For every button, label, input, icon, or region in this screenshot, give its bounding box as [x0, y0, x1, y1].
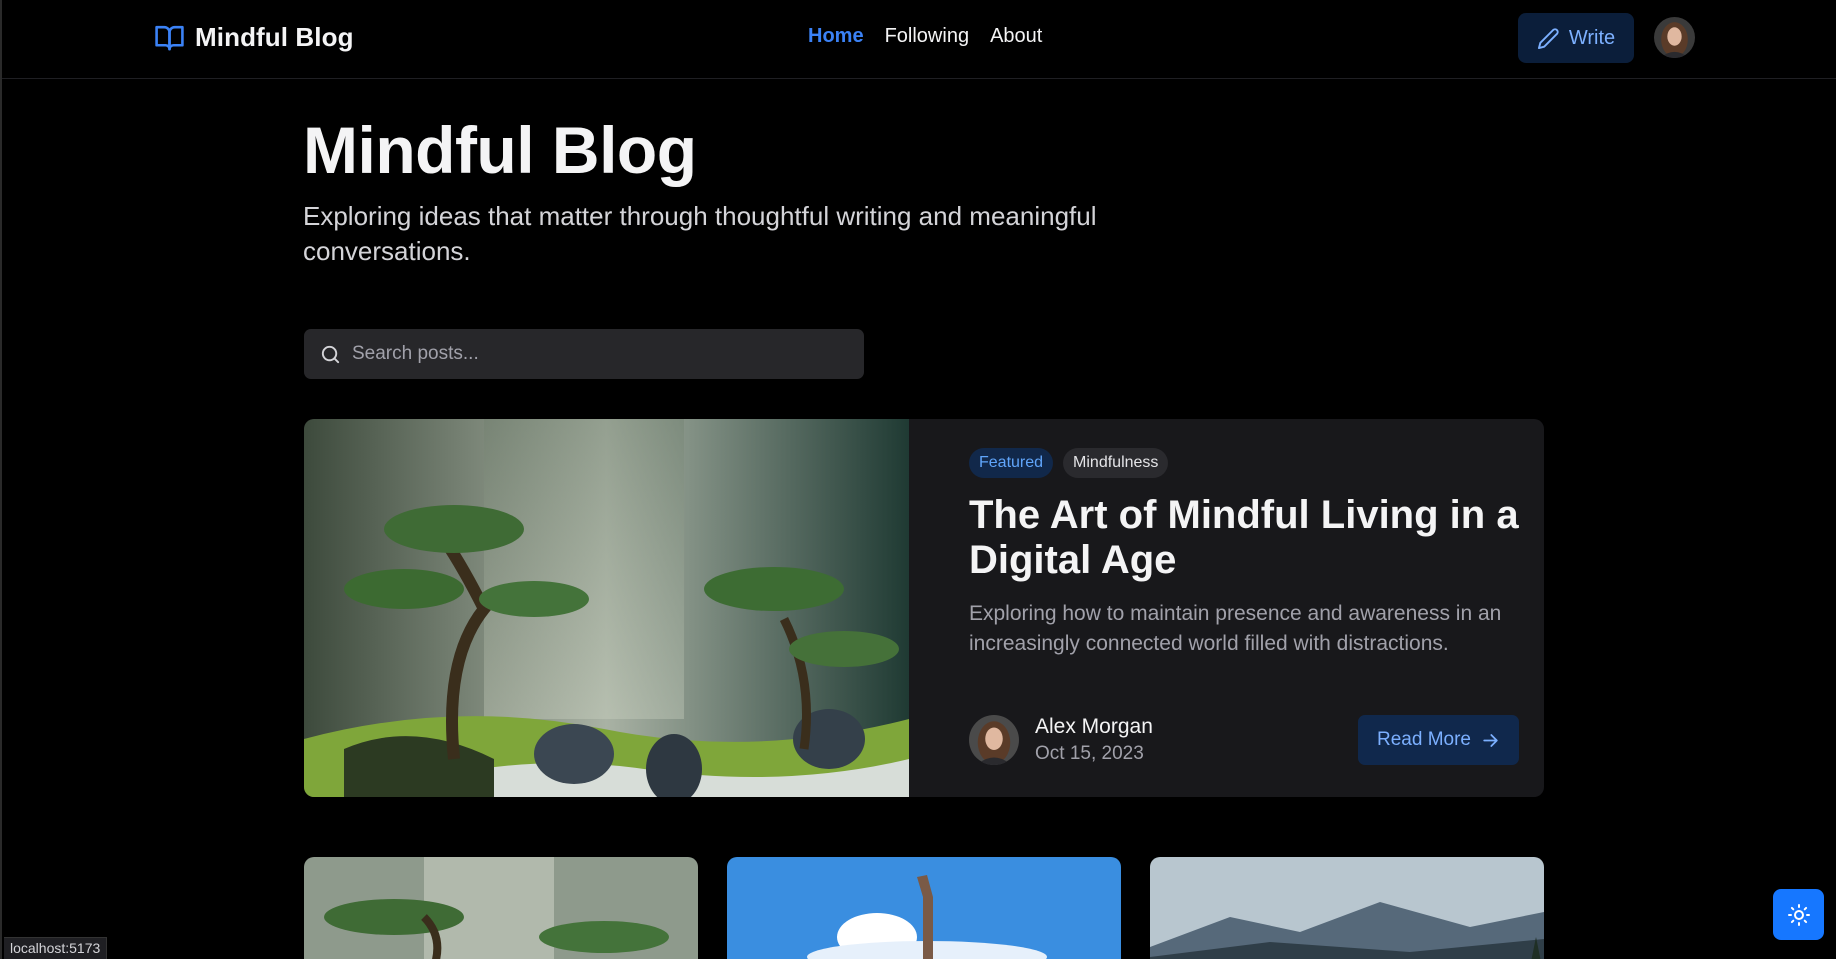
user-avatar-image	[1654, 17, 1695, 58]
nav-link-home[interactable]: Home	[808, 25, 864, 48]
page-title: Mindful Blog	[303, 113, 697, 187]
write-button-label: Write	[1568, 26, 1616, 49]
page-subtitle: Exploring ideas that matter through thou…	[303, 201, 1097, 266]
user-avatar[interactable]	[1654, 17, 1695, 58]
status-bar-url: localhost:5173	[4, 937, 108, 959]
author-name[interactable]: Alex Morgan	[1035, 715, 1153, 739]
search-icon	[321, 345, 340, 363]
nav-link-about[interactable]: About	[990, 25, 1042, 48]
tag-featured[interactable]: Featured	[969, 448, 1054, 478]
nav-link-following[interactable]: Following	[885, 25, 969, 48]
page: Mindful Blog Home Following About Write …	[0, 0, 1836, 959]
tag-list: Featured Mindfulness	[969, 448, 1169, 478]
post-card-image[interactable]	[304, 857, 698, 959]
brand-name: Mindful Blog	[195, 22, 354, 52]
book-open-icon	[155, 25, 184, 51]
main-nav: Home Following About	[808, 25, 1042, 48]
post-date: Oct 15, 2023	[1035, 743, 1144, 764]
author-avatar	[969, 715, 1019, 765]
featured-post-title[interactable]: The Art of Mindful Living in a Digital A…	[969, 493, 1529, 583]
search-input[interactable]	[352, 343, 832, 365]
pencil-icon	[1537, 27, 1559, 49]
featured-post-card[interactable]: Featured Mindfulness The Art of Mindful …	[304, 419, 1544, 797]
write-button[interactable]: Write	[1518, 13, 1634, 63]
featured-post-image[interactable]	[304, 419, 909, 797]
read-more-button[interactable]: Read More	[1358, 715, 1519, 765]
read-more-label: Read More	[1377, 729, 1471, 750]
featured-post-body: Featured Mindfulness The Art of Mindful …	[909, 419, 1544, 797]
arrow-right-icon	[1483, 733, 1498, 747]
featured-post-excerpt: Exploring how to maintain presence and a…	[969, 602, 1502, 655]
search-bar	[304, 329, 864, 379]
top-navbar: Mindful Blog Home Following About Write	[2, 0, 1836, 79]
brand-link[interactable]: Mindful Blog	[154, 22, 354, 53]
tag-category[interactable]: Mindfulness	[1063, 448, 1169, 478]
theme-toggle-button[interactable]	[1773, 889, 1824, 940]
sun-icon	[1787, 903, 1810, 926]
post-card-image[interactable]	[1150, 857, 1544, 959]
post-card-image[interactable]	[727, 857, 1121, 959]
